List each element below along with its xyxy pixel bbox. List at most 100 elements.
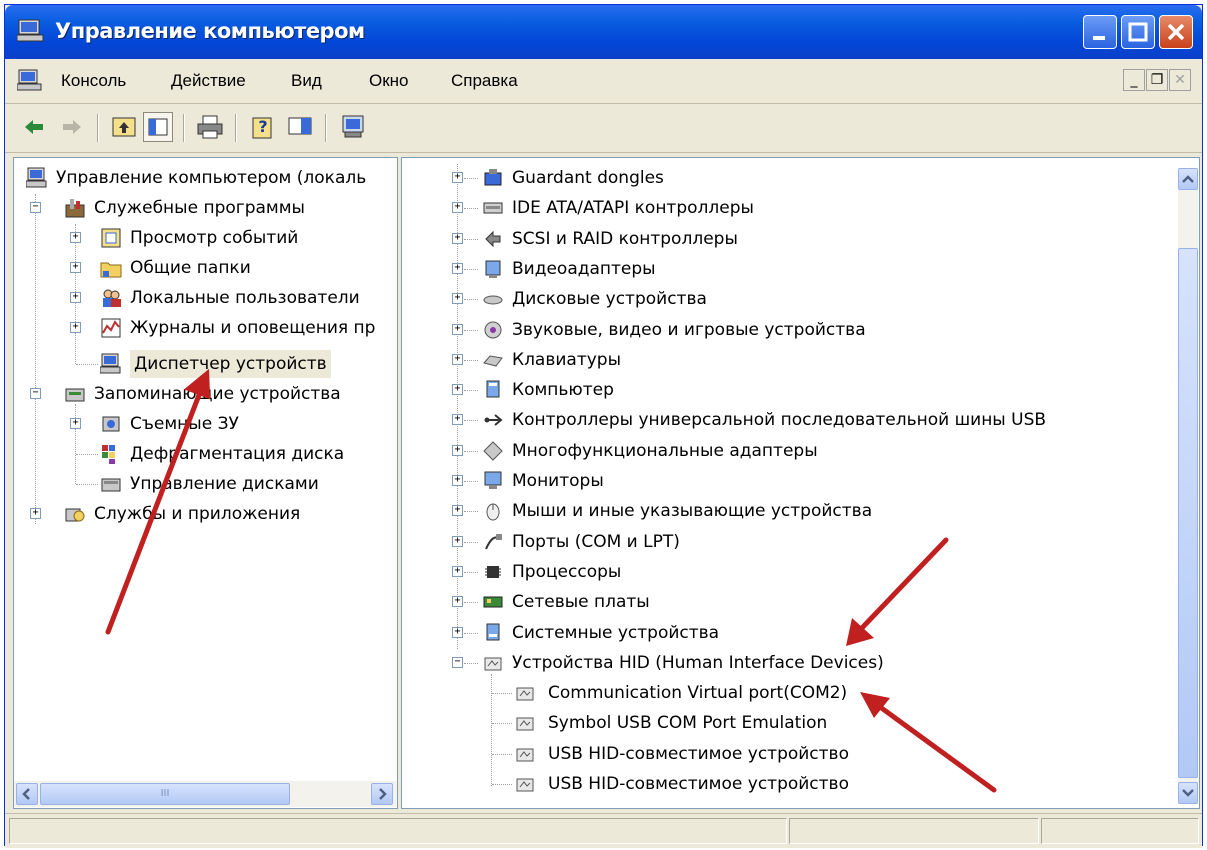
tree-line (464, 359, 478, 361)
expand-icon[interactable]: + (452, 202, 463, 214)
menu-console[interactable]: Консоль (61, 71, 126, 91)
tree-line (464, 268, 478, 270)
mdi-minimize-icon: _ (1130, 72, 1138, 88)
help-button[interactable]: ? (249, 112, 279, 142)
tree-line (464, 632, 478, 634)
toolbar-separator (235, 114, 237, 142)
mdi-restore-button[interactable]: ❐ (1146, 69, 1168, 91)
show-hide-action-pane-button[interactable] (285, 112, 315, 142)
tree-line (492, 784, 512, 785)
show-hide-tree-button[interactable] (143, 112, 173, 142)
expand-icon[interactable]: + (452, 353, 463, 365)
window-title: Управление компьютером (55, 19, 365, 43)
tree-line (464, 450, 478, 452)
tools-icon (65, 199, 85, 218)
device-category-label: Процессоры (512, 561, 622, 582)
expand-icon[interactable]: + (452, 505, 463, 517)
expand-icon[interactable]: + (452, 414, 463, 426)
expand-icon[interactable]: + (452, 535, 463, 547)
mdi-minimize-button[interactable]: _ (1123, 69, 1145, 91)
tree-line (464, 208, 478, 210)
scroll-left-button[interactable] (16, 783, 38, 805)
menu-window[interactable]: Окно (369, 71, 409, 91)
vertical-scrollbar[interactable] (1178, 168, 1198, 804)
tree-line (464, 390, 478, 392)
expand-icon[interactable]: + (452, 444, 463, 456)
vertical-scroll-thumb[interactable] (1178, 248, 1198, 778)
title-bar[interactable]: Управление компьютером (5, 5, 1202, 59)
tree-line (464, 511, 478, 513)
tree-label-defrag: Дефрагментация диска (130, 444, 345, 464)
scroll-right-button[interactable] (371, 783, 393, 805)
back-button[interactable] (19, 112, 49, 142)
status-bar (5, 813, 1202, 848)
computer-management-window: Управление компьютером Консоль Действие … (4, 4, 1203, 848)
tree-line (464, 178, 478, 179)
tree-label-shared-folders: Общие папки (130, 258, 251, 278)
device-category-label: IDE ATA/ATAPI контроллеры (512, 198, 754, 219)
status-cell (9, 818, 787, 844)
expand-icon[interactable]: + (70, 322, 81, 333)
device-category-label: SCSI и RAID контроллеры (512, 228, 738, 249)
expand-icon[interactable]: + (452, 262, 463, 274)
display-adapter-icon (485, 260, 501, 278)
forward-button[interactable] (57, 112, 87, 142)
tree-line (75, 404, 76, 484)
tree-label-event-viewer: Просмотр событий (130, 228, 299, 248)
expand-icon[interactable]: + (452, 384, 463, 396)
tree-line (464, 662, 478, 664)
expand-icon[interactable]: + (70, 292, 81, 303)
performance-logs-icon (101, 318, 121, 338)
shared-folders-icon (100, 262, 122, 278)
expand-icon[interactable]: + (30, 508, 41, 519)
menu-help[interactable]: Справка (451, 71, 518, 91)
svg-text:?: ? (258, 117, 267, 136)
ide-controller-icon (483, 202, 503, 214)
scroll-down-button[interactable] (1178, 782, 1198, 804)
hid-device-icon (516, 687, 534, 701)
tree-label-device-manager: Диспетчер устройств (130, 350, 331, 378)
minimize-button[interactable] (1083, 15, 1117, 49)
close-button[interactable] (1159, 15, 1193, 49)
collapse-icon[interactable]: − (452, 656, 463, 668)
menu-action[interactable]: Действие (171, 71, 246, 91)
expand-icon[interactable]: + (70, 418, 81, 429)
up-level-button[interactable] (109, 112, 139, 142)
device-category-label: Мыши и иные указывающие устройства (512, 501, 873, 522)
scroll-up-button[interactable] (1178, 168, 1198, 190)
expand-icon[interactable]: + (452, 626, 463, 638)
expand-icon[interactable]: + (452, 596, 463, 608)
tree-line (464, 602, 478, 604)
toolbar-separator (183, 114, 185, 142)
users-icon (103, 289, 121, 307)
expand-icon[interactable]: + (452, 232, 463, 244)
expand-icon[interactable]: + (452, 323, 463, 335)
menu-view[interactable]: Вид (291, 71, 322, 91)
tree-line (76, 484, 98, 485)
horizontal-scroll-thumb[interactable]: III (40, 783, 290, 805)
device-category-label: Видеоадаптеры (512, 258, 656, 279)
hid-device-label: Communication Virtual port(COM2) (548, 683, 848, 704)
expand-icon[interactable]: + (70, 262, 81, 273)
collapse-icon[interactable]: − (30, 202, 41, 213)
mdi-close-icon: ✕ (1174, 72, 1186, 88)
expand-icon[interactable]: + (70, 232, 81, 243)
maximize-button[interactable] (1121, 15, 1155, 49)
device-category-label: Клавиатуры (512, 349, 622, 370)
tree-label-storage: Запоминающие устройства (94, 384, 341, 404)
expand-icon[interactable]: + (452, 565, 463, 577)
expand-icon[interactable]: + (452, 172, 463, 183)
expand-icon[interactable]: + (452, 293, 463, 305)
collapse-icon[interactable]: − (30, 388, 41, 399)
monitor-icon (484, 471, 502, 489)
tree-line (464, 329, 478, 331)
tree-line (35, 194, 36, 524)
mdi-close-button[interactable]: ✕ (1169, 69, 1191, 91)
usb-icon (484, 414, 503, 427)
expand-icon[interactable]: + (452, 475, 463, 486)
device-category-label: Порты (COM и LPT) (512, 531, 680, 552)
close-icon (1167, 23, 1185, 41)
horizontal-scrollbar[interactable]: III (14, 781, 397, 807)
scan-hardware-button[interactable] (339, 112, 369, 142)
print-button[interactable] (195, 112, 225, 142)
